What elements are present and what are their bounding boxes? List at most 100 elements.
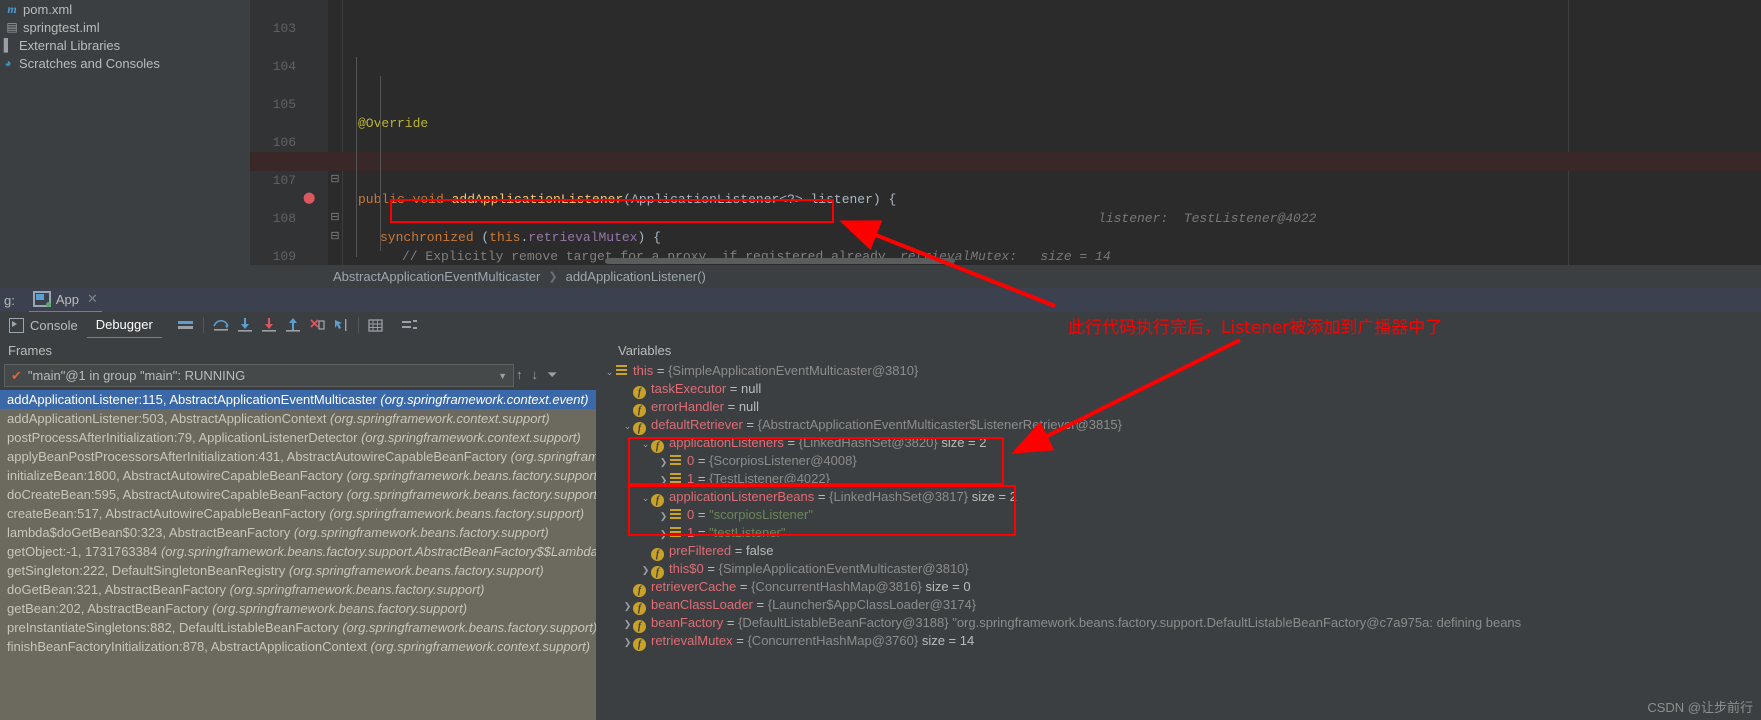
code-line[interactable]: 103 <box>250 0 1761 36</box>
chevron-right-icon[interactable]: ❯ <box>658 507 669 525</box>
breadcrumb-method[interactable]: addApplicationListener() <box>566 269 706 284</box>
variable-size: size = 14 <box>918 633 975 648</box>
frame-row[interactable]: getSingleton:222, DefaultSingletonBeanRe… <box>0 561 596 580</box>
code-line[interactable]: 104 <box>250 38 1761 74</box>
drop-frame-icon[interactable] <box>305 313 329 337</box>
fold-icon[interactable]: ⊟ <box>328 171 342 190</box>
variable-row[interactable]: f errorHandler = null <box>596 398 1761 417</box>
project-item-label: springtest.iml <box>23 19 100 35</box>
project-item-scratches[interactable]: ◕ Scratches and Consoles <box>0 54 250 72</box>
chevron-down-icon[interactable]: ▼ <box>498 371 507 381</box>
object-icon <box>669 526 682 539</box>
frame-row[interactable]: getObject:-1, 1731763384 (org.springfram… <box>0 542 596 561</box>
frame-method: addApplicationListener:503, AbstractAppl… <box>7 411 331 426</box>
variable-row[interactable]: ❯ 1 = "testListener" <box>596 524 1761 542</box>
code-line[interactable]: 106 ◉↑ ⊟ public void addApplicationListe… <box>250 114 1761 226</box>
variable-row[interactable]: f taskExecutor = null <box>596 380 1761 399</box>
filter-icon[interactable]: ⏷ <box>547 367 557 383</box>
frame-package: (org.springframework.beans.factory.suppo… <box>346 468 596 483</box>
frame-row[interactable]: createBean:517, AbstractAutowireCapableB… <box>0 504 596 523</box>
frame-row[interactable]: preInstantiateSingletons:882, DefaultLis… <box>0 618 596 637</box>
variable-equals: = <box>732 633 748 648</box>
variable-equals: = <box>742 417 758 432</box>
code-editor[interactable]: 103 104 105 @Override 106 ◉↑ ⊟ public vo… <box>250 0 1761 265</box>
code-line[interactable]: 105 @Override <box>250 76 1761 131</box>
variable-row[interactable]: ❯ 0 = {ScorpiosListener@4008} <box>596 452 1761 470</box>
variable-row[interactable]: ❯ f this$0 = {SimpleApplicationEventMultic… <box>596 560 1761 579</box>
frame-row[interactable]: initializeBean:1800, AbstractAutowireCap… <box>0 466 596 485</box>
variable-row[interactable]: ❯ f beanClassLoader = {Launcher$AppClassLo… <box>596 596 1761 615</box>
step-into-icon[interactable] <box>233 313 257 337</box>
frame-row[interactable]: getBean:202, AbstractBeanFactory (org.sp… <box>0 599 596 618</box>
code-line[interactable]: 107 ⬤ ⊟ synchronized (this.retrievalMute… <box>250 152 1761 264</box>
frame-method: getBean:202, AbstractBeanFactory <box>7 601 213 616</box>
chevron-right-icon[interactable]: ❯ <box>622 633 633 651</box>
variable-row[interactable]: ⌄ f applicationListeners = {LinkedHashSet@… <box>596 434 1761 453</box>
close-icon[interactable]: ✕ <box>87 291 98 307</box>
arrow-down-icon[interactable]: ↓ <box>532 367 539 382</box>
variable-row[interactable]: f retrieverCache = {ConcurrentHashMap@381… <box>596 578 1761 597</box>
variable-value: {ScorpiosListener@4008} <box>709 453 857 468</box>
code-line[interactable]: 108 ⊟ // Explicitly remove target for a … <box>250 190 1761 264</box>
variable-row[interactable]: ❯ f retrievalMutex = {ConcurrentHashMap@37… <box>596 632 1761 651</box>
step-out-icon[interactable] <box>281 313 305 337</box>
toolbar-divider <box>202 317 204 333</box>
frame-row[interactable]: finishBeanFactoryInitialization:878, Abs… <box>0 637 596 656</box>
variable-row[interactable]: ❯ 0 = "scorpiosListener" <box>596 506 1761 524</box>
arrow-up-icon[interactable]: ↑ <box>516 367 523 382</box>
frame-row[interactable]: addApplicationListener:115, AbstractAppl… <box>0 390 596 409</box>
thread-selector[interactable]: ✔ "main"@1 in group "main": RUNNING ▼ <box>4 364 514 387</box>
project-item-external-libraries[interactable]: ▌ External Libraries <box>0 36 250 54</box>
settings-icon[interactable] <box>398 313 422 337</box>
frame-row[interactable]: postProcessAfterInitialization:79, Appli… <box>0 428 596 447</box>
chevron-down-icon[interactable]: ⌄ <box>622 417 633 435</box>
variable-row[interactable]: ❯ f beanFactory = {DefaultListableBeanFact… <box>596 614 1761 633</box>
chevron-right-icon[interactable]: ❯ <box>658 471 669 489</box>
frame-row[interactable]: addApplicationListener:503, AbstractAppl… <box>0 409 596 428</box>
frame-row[interactable]: doGetBean:321, AbstractBeanFactory (org.… <box>0 580 596 599</box>
toolbar-divider <box>357 317 359 333</box>
variable-row[interactable]: ⌄ f applicationListenerBeans = {LinkedHash… <box>596 488 1761 507</box>
variable-row[interactable]: ❯ 1 = {TestListener@4022} <box>596 470 1761 488</box>
chevron-right-icon[interactable]: ❯ <box>622 615 633 633</box>
evaluate-icon[interactable] <box>364 313 388 337</box>
chevron-down-icon[interactable]: ⌄ <box>640 435 651 453</box>
run-label: g: <box>4 292 15 308</box>
annotation-note: 此行代码执行完后，Listener被添加到广播器中了 <box>1068 318 1443 338</box>
variables-tree[interactable]: ⌄ this = {SimpleApplicationEventMulticast… <box>596 362 1761 720</box>
tab-debugger[interactable]: Debugger <box>86 311 162 339</box>
line-number: 104 <box>272 59 296 74</box>
chevron-right-icon[interactable]: ❯ <box>658 453 669 471</box>
run-to-cursor-icon[interactable] <box>329 313 353 337</box>
layout-icon[interactable] <box>174 313 198 337</box>
variable-row[interactable]: ⌄ this = {SimpleApplicationEventMulticast… <box>596 362 1761 380</box>
frames-list[interactable]: addApplicationListener:115, AbstractAppl… <box>0 390 596 720</box>
tab-app[interactable]: App ✕ <box>28 287 102 313</box>
variable-value: false <box>745 543 774 558</box>
fold-icon[interactable]: ⊟ <box>328 209 342 228</box>
tab-console[interactable]: Console <box>0 312 87 338</box>
chevron-right-icon[interactable]: ❯ <box>640 561 651 579</box>
variable-equals: = <box>694 453 710 468</box>
variable-name: retrieverCache <box>651 579 737 594</box>
editor-horizontal-scrollbar[interactable] <box>605 258 955 264</box>
variable-row[interactable]: ⌄ f defaultRetriever = {AbstractApplicatio… <box>596 416 1761 435</box>
step-over-icon[interactable] <box>209 313 233 337</box>
chevron-right-icon[interactable]: ❯ <box>622 597 633 615</box>
frame-row[interactable]: lambda$doGetBean$0:323, AbstractBeanFact… <box>0 523 596 542</box>
chevron-down-icon[interactable]: ⌄ <box>640 489 651 507</box>
frame-package: (org.springframework.context.event) <box>380 392 589 407</box>
variable-size: size = 2 <box>968 489 1017 504</box>
variable-row[interactable]: f preFiltered = false <box>596 542 1761 561</box>
breadcrumb[interactable]: AbstractApplicationEventMulticaster ❯ ad… <box>250 265 1761 287</box>
breadcrumb-class[interactable]: AbstractApplicationEventMulticaster <box>333 269 540 284</box>
code-line[interactable]: 109 // in order to avoid double invocati… <box>250 228 1761 264</box>
chevron-down-icon[interactable]: ⌄ <box>604 363 615 381</box>
frame-row[interactable]: doCreateBean:595, AbstractAutowireCapabl… <box>0 485 596 504</box>
project-item-iml[interactable]: ▤ springtest.iml <box>0 18 250 36</box>
project-item-pom[interactable]: m pom.xml <box>0 0 250 18</box>
chevron-right-icon[interactable]: ❯ <box>658 525 669 543</box>
force-step-into-icon[interactable] <box>257 313 281 337</box>
line-number: 103 <box>272 21 296 36</box>
frame-row[interactable]: applyBeanPostProcessorsAfterInitializati… <box>0 447 596 466</box>
